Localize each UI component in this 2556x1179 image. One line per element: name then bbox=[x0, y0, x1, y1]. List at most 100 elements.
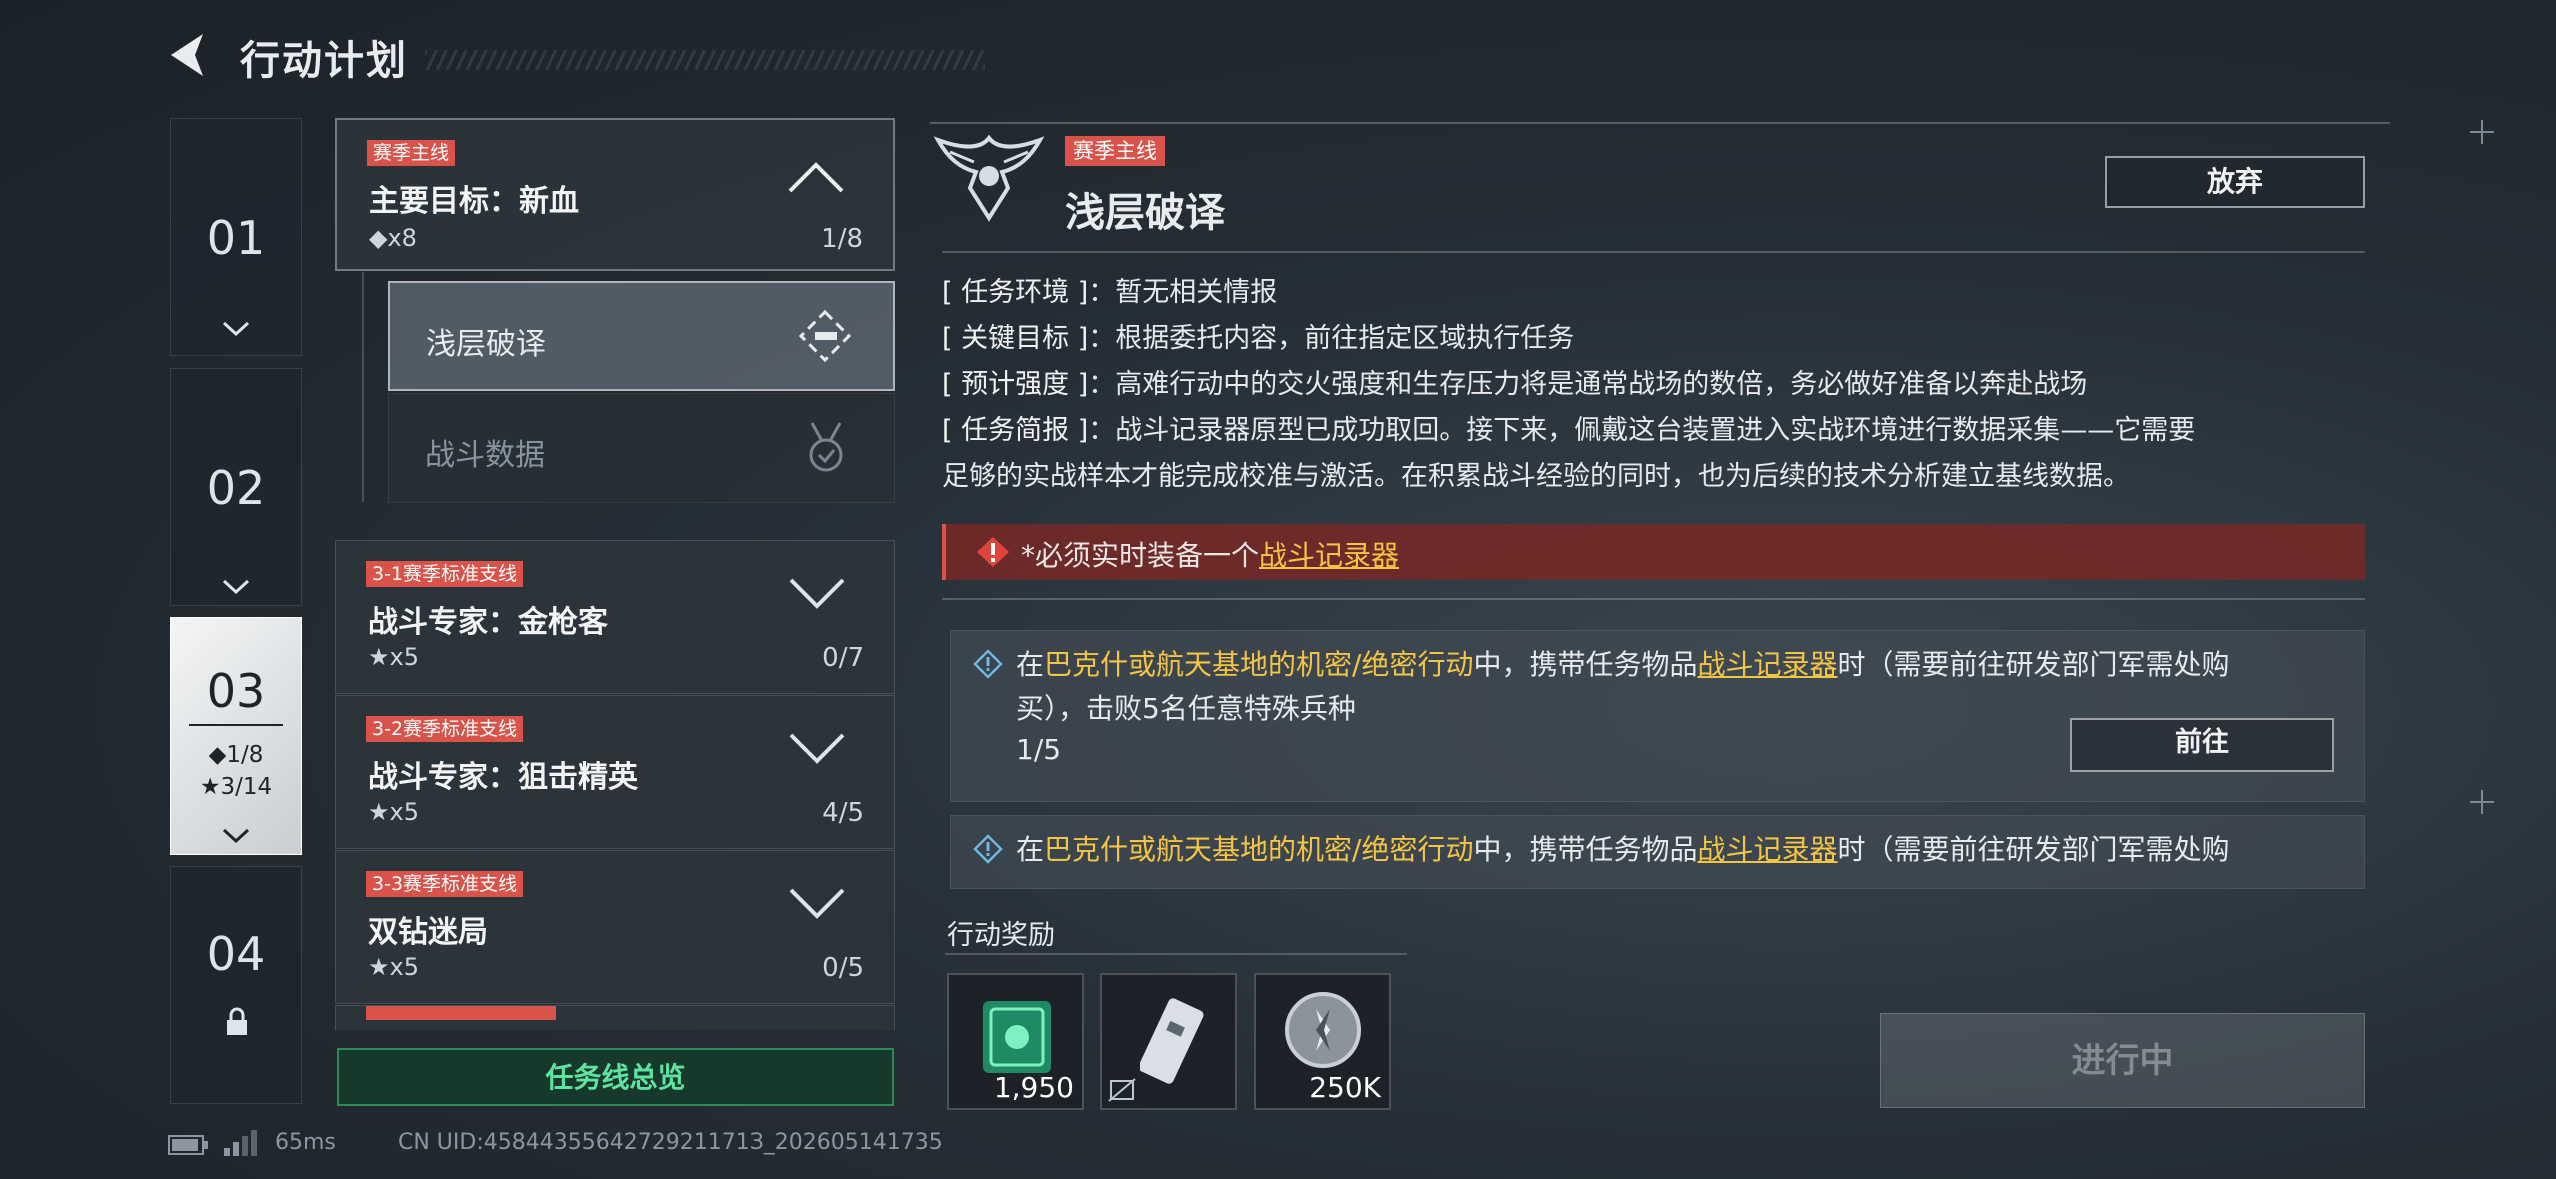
objective-post: 时（需要前往研发部门军需处购 bbox=[1837, 833, 2230, 866]
objective-place: 巴克什或航天基地的机密/绝密行动 bbox=[1044, 833, 1474, 866]
tree-connector bbox=[362, 272, 364, 502]
objective-item-link[interactable]: 战斗记录器 bbox=[1697, 648, 1837, 681]
reward-item-coin[interactable]: 250K bbox=[1254, 973, 1391, 1110]
untradable-icon bbox=[1108, 1078, 1136, 1102]
objective-progress: 1/5 bbox=[1016, 733, 1062, 766]
goto-button[interactable]: 前往 bbox=[2070, 718, 2334, 772]
main-task-card[interactable]: 赛季主线 主要目标：新血 ◆x8 1/8 bbox=[335, 118, 895, 271]
chapter-number: 01 bbox=[206, 211, 266, 265]
task-overview-button[interactable]: 任务线总览 bbox=[337, 1048, 894, 1106]
chapter-tab-01[interactable]: 01 bbox=[170, 118, 302, 356]
chapter-tab-04[interactable]: 04 bbox=[170, 866, 302, 1104]
task-progress: 0/5 bbox=[822, 953, 864, 983]
subtask-item-selected[interactable]: 浅层破译 bbox=[388, 281, 895, 391]
task-tag: 3-3赛季标准支线 bbox=[366, 871, 524, 897]
task-tag bbox=[366, 1006, 556, 1020]
task-name: 战斗专家：狙击精英 bbox=[368, 760, 638, 795]
subtask-label: 浅层破译 bbox=[426, 327, 546, 362]
abandon-button[interactable]: 放弃 bbox=[2105, 156, 2365, 208]
task-reward-count: ★x5 bbox=[368, 798, 419, 826]
subtask-label: 战斗数据 bbox=[425, 438, 545, 473]
quest-info-intensity: [ 预计强度 ]：高难行动中的交火强度和生存压力将是通常战场的数倍，务必做好准备… bbox=[942, 362, 2362, 408]
reward-item-card[interactable] bbox=[1100, 973, 1237, 1110]
quest-info-brief: [ 任务简报 ]：战斗记录器原型已成功取回。接下来，佩戴这台装置进入实战环境进行… bbox=[942, 408, 2362, 500]
warning-text: *必须实时装备一个战斗记录器 bbox=[1021, 534, 1399, 574]
side-task-card[interactable]: 3-1赛季标准支线 战斗专家：金枪客 ★x5 0/7 bbox=[335, 540, 895, 694]
task-tag: 3-1赛季标准支线 bbox=[366, 561, 524, 587]
silver-coin-icon bbox=[1285, 992, 1361, 1068]
reward-amount: 1,950 bbox=[993, 1071, 1074, 1104]
medal-check-icon bbox=[809, 422, 843, 472]
task-progress: 4/5 bbox=[822, 798, 864, 828]
chevron-down-icon bbox=[222, 828, 250, 844]
decrypt-diamond-icon bbox=[798, 309, 852, 363]
divider bbox=[942, 598, 2365, 600]
objective-text: 在巴克什或航天基地的机密/绝密行动中，携带任务物品战斗记录器时（需要前往研发部门… bbox=[1016, 828, 2336, 872]
info-key: [ 预计强度 ] bbox=[942, 369, 1089, 400]
objective-mid: 中，携带任务物品 bbox=[1473, 648, 1698, 681]
objective-place: 巴克什或航天基地的机密/绝密行动 bbox=[1044, 648, 1474, 681]
reward-item-token[interactable]: 1,950 bbox=[947, 973, 1084, 1110]
ping-value: 65ms bbox=[275, 1130, 336, 1155]
objective-post: 时（需要前往研发部门军需处购 bbox=[1837, 648, 2230, 681]
warning-diamond-icon bbox=[977, 537, 1009, 567]
reward-amount: 250K bbox=[1309, 1071, 1381, 1104]
side-task-card[interactable]: 3-2赛季标准支线 战斗专家：狙击精英 ★x5 4/5 bbox=[335, 695, 895, 849]
chapter-number: 03 bbox=[206, 664, 266, 718]
side-task-card[interactable]: 3-3赛季标准支线 双钻迷局 ★x5 0/5 bbox=[335, 850, 895, 1004]
info-key: [ 任务环境 ] bbox=[942, 277, 1089, 308]
task-tag: 3-2赛季标准支线 bbox=[366, 716, 524, 742]
signal-icon bbox=[224, 1130, 257, 1156]
chevron-down-icon[interactable] bbox=[788, 577, 846, 611]
chevron-down-icon[interactable] bbox=[788, 732, 846, 766]
task-reward-count: ◆x8 bbox=[369, 224, 417, 252]
quest-tag: 赛季主线 bbox=[1065, 136, 1165, 166]
side-task-list[interactable]: 3-1赛季标准支线 战斗专家：金枪客 ★x5 0/7 3-2赛季标准支线 战斗专… bbox=[335, 540, 895, 1030]
objective-card: 在巴克什或航天基地的机密/绝密行动中，携带任务物品战斗记录器时（需要前往研发部门… bbox=[950, 630, 2365, 802]
info-value: ：根据委托内容，前往指定区域执行任务 bbox=[1088, 323, 1575, 354]
chapter-main-progress: ◆1/8 bbox=[208, 742, 264, 768]
task-name: 主要目标：新血 bbox=[369, 184, 579, 219]
task-name: 双钻迷局 bbox=[368, 915, 488, 950]
chevron-up-icon[interactable] bbox=[787, 160, 845, 194]
task-progress: 1/8 bbox=[821, 224, 863, 254]
chevron-down-icon bbox=[222, 579, 250, 595]
back-arrow-icon[interactable] bbox=[165, 30, 215, 80]
battery-icon bbox=[168, 1135, 208, 1155]
keycard-icon bbox=[1140, 998, 1204, 1084]
info-value: ：高难行动中的交火强度和生存压力将是通常战场的数倍，务必做好准备以奔赴战场 bbox=[1088, 369, 2088, 400]
quest-info-env: [ 任务环境 ]：暂无相关情报 bbox=[942, 270, 2362, 316]
in-progress-button[interactable]: 进行中 bbox=[1880, 1013, 2365, 1108]
task-tag: 赛季主线 bbox=[367, 140, 456, 166]
chapter-number: 04 bbox=[206, 927, 266, 981]
user-uid: CN UID:4584435564272921171З_202605141735 bbox=[398, 1130, 943, 1155]
crosshair-icon bbox=[2470, 120, 2494, 144]
divider bbox=[945, 953, 1407, 955]
green-token-icon bbox=[983, 1001, 1051, 1073]
title-decoration bbox=[425, 50, 985, 70]
subtask-item[interactable]: 战斗数据 bbox=[388, 393, 895, 503]
info-key: [ 关键目标 ] bbox=[942, 323, 1089, 354]
page-title: 行动计划 bbox=[240, 38, 408, 84]
task-progress: 0/7 bbox=[822, 643, 864, 673]
chapter-number: 02 bbox=[206, 461, 266, 515]
chapter-tab-03[interactable]: 03 ◆1/8 ★3/14 bbox=[170, 617, 302, 855]
side-task-card-partial[interactable] bbox=[335, 1005, 895, 1030]
info-value-cont: 足够的实战样本才能完成校准与激活。在积累战斗经验的同时，也为后续的技术分析建立基… bbox=[942, 461, 2130, 492]
combat-recorder-link[interactable]: 战斗记录器 bbox=[1259, 539, 1399, 572]
info-value: ：暂无相关情报 bbox=[1088, 277, 1278, 308]
objective-item-link[interactable]: 战斗记录器 bbox=[1697, 833, 1837, 866]
crosshair-icon bbox=[2470, 790, 2494, 814]
chevron-down-icon[interactable] bbox=[788, 887, 846, 921]
task-name: 战斗专家：金枪客 bbox=[368, 605, 608, 640]
info-value: ：战斗记录器原型已成功取回。接下来，佩戴这台装置进入实战环境进行数据采集——它需… bbox=[1088, 415, 2196, 446]
task-reward-count: ★x5 bbox=[368, 643, 419, 671]
info-key: [ 任务简报 ] bbox=[942, 415, 1089, 446]
quest-info-goal: [ 关键目标 ]：根据委托内容，前往指定区域执行任务 bbox=[942, 316, 2362, 362]
divider bbox=[930, 122, 2390, 124]
lock-icon bbox=[227, 1007, 247, 1035]
divider bbox=[942, 251, 2365, 253]
objective-pre: 在 bbox=[1016, 833, 1045, 866]
chapter-tab-02[interactable]: 02 bbox=[170, 368, 302, 606]
chapter-star-progress: ★3/14 bbox=[199, 774, 273, 800]
